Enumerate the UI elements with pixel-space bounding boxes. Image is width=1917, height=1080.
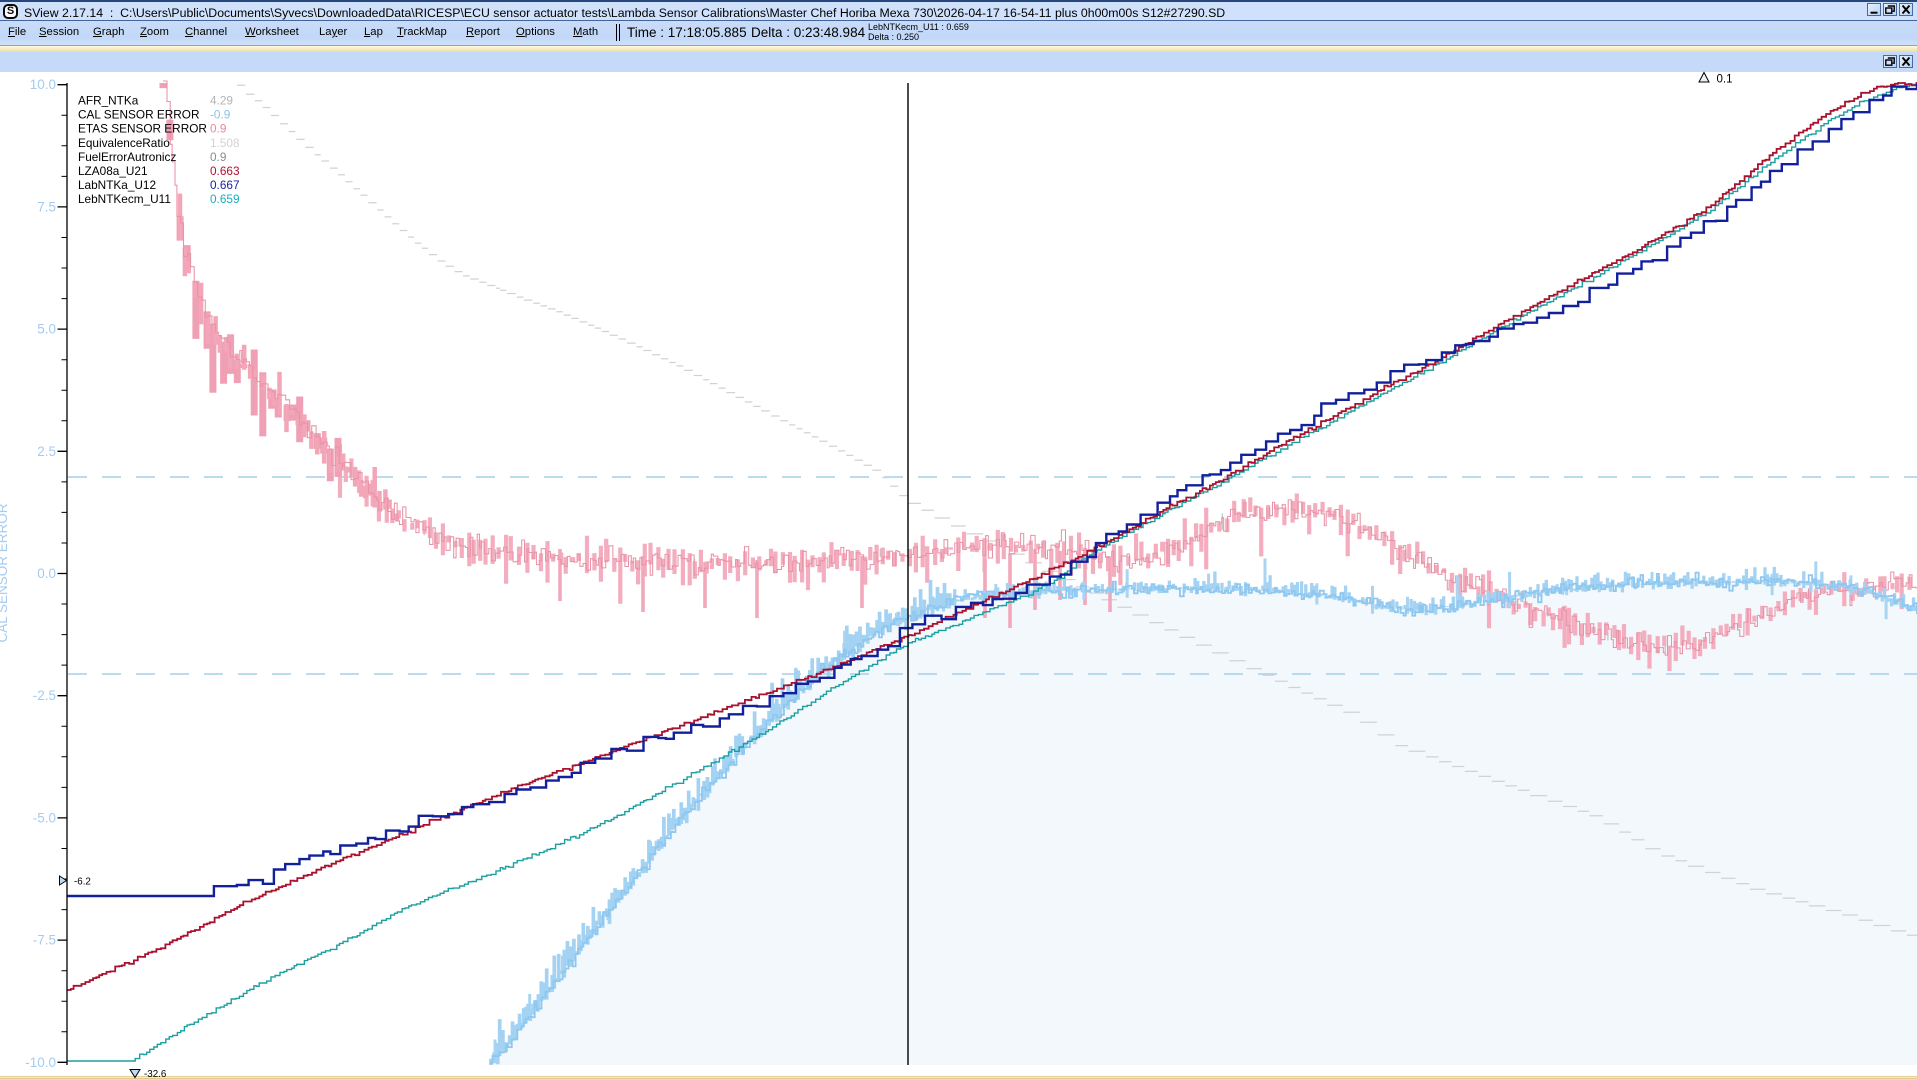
svg-text:LZA08a_U21: LZA08a_U21 xyxy=(78,164,148,178)
svg-text:0.667: 0.667 xyxy=(210,178,240,192)
svg-text:CAL SENSOR ERROR: CAL SENSOR ERROR xyxy=(78,108,200,122)
svg-text:-0.9: -0.9 xyxy=(210,108,230,122)
svg-text:2.5: 2.5 xyxy=(37,444,56,459)
svg-text:CAL SENSOR ERROR: CAL SENSOR ERROR xyxy=(0,503,10,642)
svg-text:0.1: 0.1 xyxy=(1717,74,1733,86)
svg-text:ETAS SENSOR ERROR: ETAS SENSOR ERROR xyxy=(78,122,207,136)
svg-text:-2.5: -2.5 xyxy=(33,688,56,703)
svg-text:FuelErrorAutronicz: FuelErrorAutronicz xyxy=(78,150,176,164)
svg-text:0.659: 0.659 xyxy=(210,192,240,206)
svg-text:AFR_NTKa: AFR_NTKa xyxy=(78,94,139,108)
svg-text:-5.0: -5.0 xyxy=(33,810,56,825)
svg-text:0.663: 0.663 xyxy=(210,164,240,178)
svg-text:7.5: 7.5 xyxy=(37,199,56,214)
svg-text:4.29: 4.29 xyxy=(210,94,233,108)
svg-text:10.0: 10.0 xyxy=(30,77,56,92)
svg-text:-32.6: -32.6 xyxy=(144,1069,167,1080)
svg-text:1.508: 1.508 xyxy=(210,136,240,150)
svg-text:EquivalenceRatio: EquivalenceRatio xyxy=(78,136,170,150)
svg-text:5.0: 5.0 xyxy=(37,322,56,337)
svg-text:-10.0: -10.0 xyxy=(25,1055,56,1070)
svg-text:0.9: 0.9 xyxy=(210,122,226,136)
svg-text:-7.5: -7.5 xyxy=(33,933,56,948)
svg-text:0.9: 0.9 xyxy=(210,150,226,164)
svg-text:LebNTKecm_U11: LebNTKecm_U11 xyxy=(78,192,171,206)
svg-text:-6.2: -6.2 xyxy=(74,877,91,888)
svg-text:LabNTKa_U12: LabNTKa_U12 xyxy=(78,178,156,192)
svg-text:0.0: 0.0 xyxy=(37,566,56,581)
